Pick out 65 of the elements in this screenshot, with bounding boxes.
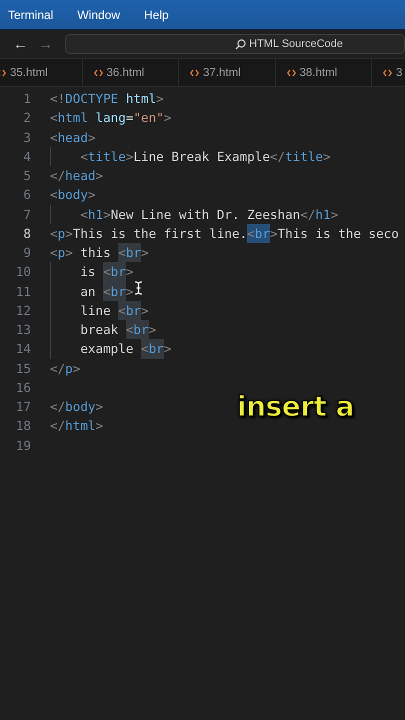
file-tab[interactable]: 36.html xyxy=(82,59,179,86)
tag-highlight: <br xyxy=(126,320,149,340)
code-text: is xyxy=(80,264,96,280)
line-number: 1 xyxy=(22,91,31,106)
line-number: 19 xyxy=(14,438,31,453)
code-file-icon xyxy=(383,68,392,76)
line-number: 2 xyxy=(22,110,31,126)
code-text: >This is the seco xyxy=(270,226,399,241)
code-text: </p> xyxy=(50,360,80,376)
code-text: > xyxy=(148,322,156,338)
text-cursor-icon xyxy=(134,281,143,295)
tag-highlight: <br xyxy=(103,262,126,282)
code-text: > xyxy=(141,245,149,260)
code-text: <body> xyxy=(50,187,96,202)
line-number: 16 xyxy=(14,380,31,395)
menu-item[interactable]: Window xyxy=(77,8,120,22)
line-number: 14 xyxy=(14,341,31,356)
tag-highlight: <br xyxy=(103,282,126,301)
search-field[interactable]: HTML SourceCode xyxy=(65,34,405,54)
video-caption: insert a xyxy=(237,390,354,423)
code-text: <h1>New Line with Dr. Zeeshan</h1> xyxy=(80,206,338,222)
line-number: 5 xyxy=(22,168,31,184)
code-text: example xyxy=(80,341,134,356)
code-text: </head> xyxy=(50,168,104,184)
menu-item[interactable]: Help xyxy=(144,8,169,22)
line-number: 11 xyxy=(14,284,31,299)
code-text: </html> xyxy=(50,418,104,434)
menu-item[interactable]: Terminal xyxy=(8,8,54,22)
code-text: line xyxy=(80,302,112,318)
line-number: 17 xyxy=(14,399,31,414)
file-tab[interactable]: 35.html xyxy=(0,59,82,86)
code-text: <!DOCTYPE html> xyxy=(50,91,164,106)
code-file-icon xyxy=(94,68,102,76)
code-text: > xyxy=(164,341,172,356)
code-text: an xyxy=(80,284,96,299)
code-text: </body> xyxy=(50,399,104,414)
tag-highlight: <br xyxy=(118,300,142,320)
line-number: 13 xyxy=(14,322,31,338)
line-number: 7 xyxy=(22,206,31,222)
tag-highlight: <br xyxy=(118,243,142,262)
code-text: > xyxy=(126,284,134,299)
line-number: 8 xyxy=(22,226,31,241)
code-file-icon xyxy=(190,68,199,76)
code-text: <p> this xyxy=(50,245,112,260)
file-tab[interactable]: 38.html xyxy=(276,59,372,86)
code-text: <p>This is the first line. xyxy=(50,226,248,241)
line-number: 10 xyxy=(14,264,31,280)
code-text: > xyxy=(126,264,134,280)
tag-highlight: <br xyxy=(247,224,270,243)
code-text: > xyxy=(141,302,149,318)
line-number: 18 xyxy=(14,418,31,434)
code-text: <html lang="en"> xyxy=(50,110,172,126)
line-number: 4 xyxy=(22,148,31,164)
line-number: 3 xyxy=(22,130,31,145)
code-file-icon xyxy=(286,68,296,76)
line-number: 6 xyxy=(22,187,31,202)
line-number: 15 xyxy=(14,360,31,376)
code-text: <title>Line Break Example</title> xyxy=(80,148,331,164)
code-text: <head> xyxy=(50,130,96,145)
code-text: break xyxy=(80,322,120,338)
back-button[interactable]: ← xyxy=(11,36,30,52)
line-number: 12 xyxy=(14,302,31,318)
line-number: 9 xyxy=(22,245,31,260)
search-icon xyxy=(235,38,246,50)
tag-highlight: <br xyxy=(141,339,164,358)
